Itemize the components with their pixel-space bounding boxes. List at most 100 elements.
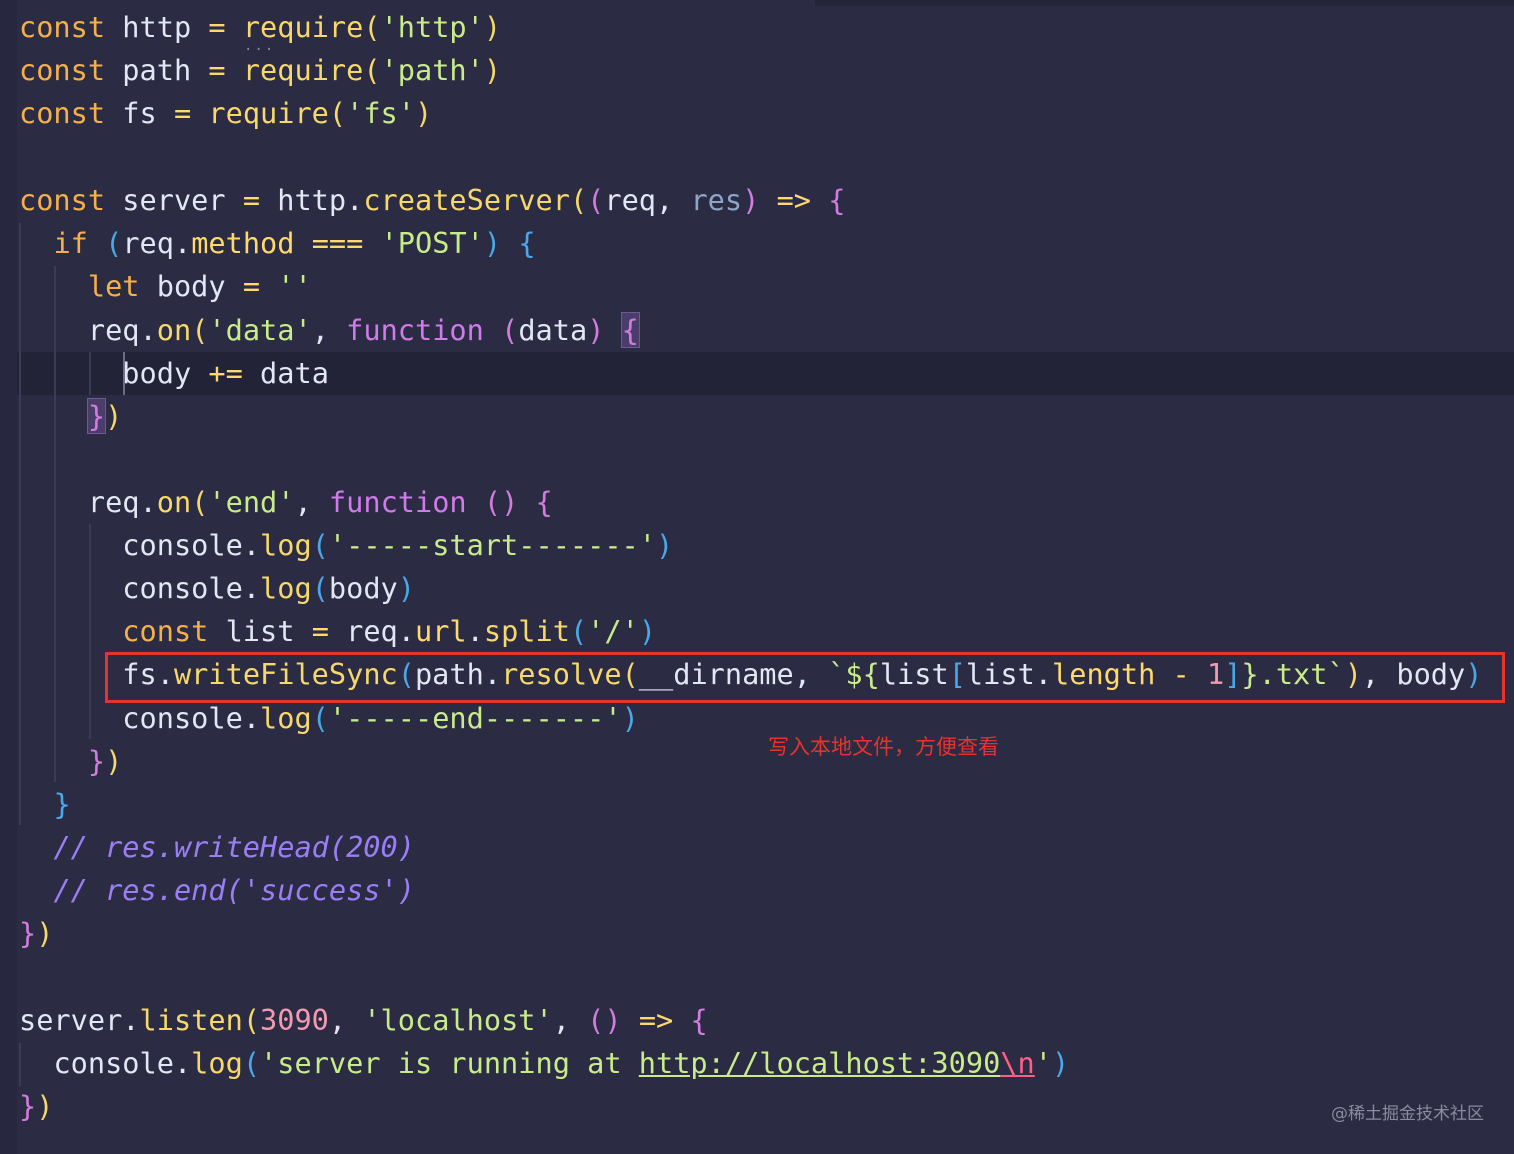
token: body bbox=[122, 356, 192, 390]
token: listen bbox=[139, 1003, 243, 1037]
token: on bbox=[156, 485, 192, 519]
annotation-highlight-box bbox=[105, 652, 1505, 703]
token: = bbox=[242, 183, 261, 217]
token: data bbox=[260, 356, 329, 390]
token: const bbox=[122, 614, 209, 648]
token: http bbox=[122, 10, 192, 44]
token: ' bbox=[1034, 1046, 1052, 1080]
token: http bbox=[277, 183, 347, 217]
token: += bbox=[208, 356, 243, 390]
token: = bbox=[242, 269, 261, 303]
token: function bbox=[346, 313, 484, 347]
code-line-3[interactable]: const fs = require('fs') bbox=[19, 92, 432, 135]
token: console bbox=[53, 1046, 174, 1080]
code-line-14[interactable]: console.log(body) bbox=[19, 567, 415, 610]
code-line-26[interactable]: }) bbox=[19, 1085, 53, 1128]
token: const bbox=[19, 183, 106, 217]
token: 'path' bbox=[380, 53, 484, 87]
token: body bbox=[156, 269, 226, 303]
token: 'server is running at bbox=[260, 1046, 639, 1080]
editor-top-bar bbox=[815, 0, 1514, 6]
code-line-1[interactable]: const http = require('http') bbox=[19, 6, 501, 49]
comment: // res.end('success') bbox=[53, 873, 415, 907]
token: = bbox=[208, 10, 226, 44]
editor-gutter bbox=[0, 0, 17, 1154]
token: server bbox=[19, 1003, 123, 1037]
code-line-10[interactable]: }) bbox=[19, 395, 122, 438]
code-line-13[interactable]: console.log('-----start-------') bbox=[19, 524, 673, 567]
code-line-6[interactable]: if (req.method === 'POST') { bbox=[19, 222, 535, 265]
token: req bbox=[87, 485, 140, 519]
code-line-2[interactable]: const path = require('path') bbox=[19, 49, 501, 92]
code-line-25[interactable]: console.log('server is running at http:/… bbox=[19, 1042, 1069, 1085]
token: createServer bbox=[363, 183, 570, 217]
token: => bbox=[776, 183, 811, 217]
watermark: @稀土掘金技术社区 bbox=[1331, 1104, 1484, 1124]
token: if bbox=[53, 226, 88, 260]
token: path bbox=[122, 53, 192, 87]
token: url bbox=[415, 614, 467, 648]
token: = bbox=[208, 53, 226, 87]
url-link[interactable]: http://localhost:3090 bbox=[639, 1046, 1001, 1080]
code-line-18[interactable]: }) bbox=[19, 740, 122, 783]
token: 'data' bbox=[208, 313, 312, 347]
code-line-20[interactable]: // res.writeHead(200) bbox=[19, 826, 415, 869]
token: console bbox=[122, 701, 243, 735]
code-line-7[interactable]: let body = '' bbox=[19, 265, 312, 308]
token: = bbox=[173, 96, 192, 130]
code-line-22[interactable]: }) bbox=[19, 912, 53, 955]
token: log bbox=[191, 1046, 243, 1080]
token: '' bbox=[277, 269, 312, 303]
token: === bbox=[311, 226, 364, 260]
token: req bbox=[87, 313, 140, 347]
token: function bbox=[328, 485, 467, 519]
token: on bbox=[156, 313, 192, 347]
token: server bbox=[122, 183, 226, 217]
token: => bbox=[638, 1003, 674, 1037]
token: list bbox=[225, 614, 295, 648]
code-line-12[interactable]: req.on('end', function () { bbox=[19, 481, 553, 524]
token: \n bbox=[1000, 1046, 1035, 1080]
token: res bbox=[690, 183, 743, 217]
token: const bbox=[19, 96, 106, 130]
token: const bbox=[19, 53, 106, 87]
token: 'fs' bbox=[346, 96, 415, 130]
token: split bbox=[483, 614, 570, 648]
code-line-21[interactable]: // res.end('success') bbox=[19, 869, 415, 912]
code-line-24[interactable]: server.listen(3090, 'localhost', () => { bbox=[19, 999, 708, 1042]
token: '-----start-------' bbox=[328, 528, 656, 562]
token: data bbox=[518, 313, 588, 347]
token: 'http' bbox=[380, 10, 484, 44]
token: '-----end-------' bbox=[328, 701, 622, 735]
token: require bbox=[208, 96, 329, 130]
code-editor[interactable]: ··· const http = require('http') const p… bbox=[0, 0, 1514, 1154]
token: req bbox=[604, 183, 657, 217]
annotation-note: 写入本地文件，方便查看 bbox=[768, 735, 999, 759]
code-line-17[interactable]: console.log('-----end-------') bbox=[19, 697, 638, 740]
token: req bbox=[346, 614, 398, 648]
token: 'end' bbox=[208, 485, 295, 519]
comment: // res.writeHead(200) bbox=[53, 830, 415, 864]
code-line-19[interactable]: } bbox=[19, 783, 70, 826]
code-line-5[interactable]: const server = http.createServer((req, r… bbox=[19, 179, 845, 222]
token: const bbox=[19, 10, 106, 44]
token: console bbox=[122, 571, 243, 605]
token: method bbox=[191, 226, 295, 260]
token: fs bbox=[122, 96, 157, 130]
token: log bbox=[260, 571, 312, 605]
token: require bbox=[242, 10, 364, 44]
code-line-9[interactable]: body += data bbox=[19, 352, 329, 395]
token: console bbox=[122, 528, 243, 562]
code-line-8[interactable]: req.on('data', function (data) { bbox=[19, 309, 640, 352]
token: log bbox=[260, 701, 312, 735]
token: let bbox=[87, 269, 140, 303]
token: 3090 bbox=[260, 1003, 329, 1037]
token: 'POST' bbox=[380, 226, 484, 260]
token: log bbox=[260, 528, 312, 562]
token: = bbox=[311, 614, 329, 648]
token: require bbox=[242, 53, 364, 87]
code-line-15[interactable]: const list = req.url.split('/') bbox=[19, 610, 656, 653]
token: body bbox=[328, 571, 398, 605]
token: 'localhost' bbox=[363, 1003, 553, 1037]
token: req bbox=[122, 226, 174, 260]
